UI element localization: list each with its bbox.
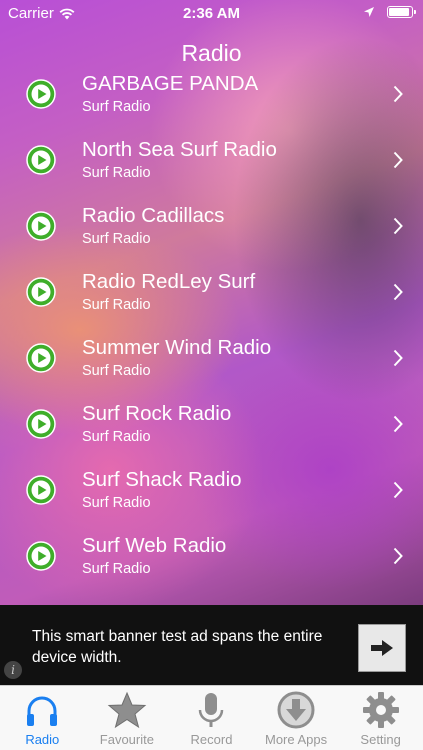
clock: 2:36 AM [183,5,240,22]
station-name: Surf Web Radio [82,534,227,557]
station-name: Radio Cadillacs [82,204,225,227]
station-row[interactable]: Surf Shack Radio Surf Radio [0,462,423,528]
chevron-right-icon [393,481,403,499]
ad-banner[interactable]: This smart banner test ad spans the enti… [0,605,423,685]
station-genre: Surf Radio [82,561,151,577]
battery-icon [387,6,416,18]
station-row[interactable]: Surf Rock Radio Surf Radio [0,396,423,462]
station-row[interactable]: GARBAGE PANDA Surf Radio [0,66,423,132]
arrow-right-icon [371,640,393,656]
tab-label: More Apps [265,732,328,747]
chevron-right-icon [393,547,403,565]
tab-bar: Radio Favourite Record More Apps Setting [0,685,423,750]
station-genre: Surf Radio [82,429,151,445]
chevron-right-icon [393,283,403,301]
tab-label: Radio [25,732,60,747]
station-list: GARBAGE PANDA Surf Radio North Sea Surf Ra… [0,66,423,594]
station-name: GARBAGE PANDA [82,72,259,95]
station-row[interactable]: Summer Wind Radio Surf Radio [0,330,423,396]
tab-label: Record [190,732,233,747]
ad-open-button[interactable] [358,624,406,672]
play-icon[interactable] [26,211,56,241]
tab-label: Favourite [99,732,154,747]
page-title: Radio [181,40,242,66]
station-row[interactable]: Radio RedLey Surf Surf Radio [0,264,423,330]
station-name: Summer Wind Radio [82,336,272,359]
station-row[interactable]: North Sea Surf Radio Surf Radio [0,132,423,198]
station-genre: Surf Radio [82,363,151,379]
star-icon [107,691,147,729]
microphone-icon [199,693,224,727]
ad-info-icon[interactable]: i [4,661,22,679]
station-row[interactable]: Radio Cadillacs Surf Radio [0,198,423,264]
tab-more-apps[interactable]: More Apps [254,686,339,750]
play-icon[interactable] [26,79,56,109]
station-genre: Surf Radio [82,495,151,511]
station-genre: Surf Radio [82,165,151,181]
chevron-right-icon [393,415,403,433]
station-genre: Surf Radio [82,99,151,115]
gear-icon [362,692,399,728]
chevron-right-icon [393,217,403,235]
tab-record[interactable]: Record [169,686,254,750]
download-icon [277,691,315,729]
station-name: Surf Shack Radio [82,468,242,491]
chevron-right-icon [393,85,403,103]
location-arrow-icon [364,7,374,17]
station-name: Radio RedLey Surf [82,270,256,293]
play-icon[interactable] [26,145,56,175]
chevron-right-icon [393,151,403,169]
play-icon[interactable] [26,409,56,439]
play-icon[interactable] [26,277,56,307]
station-genre: Surf Radio [82,231,151,247]
tab-radio[interactable]: Radio [0,686,85,750]
station-name: Surf Rock Radio [82,402,232,425]
tab-label: Setting [360,732,401,747]
station-genre: Surf Radio [82,297,151,313]
station-name: North Sea Surf Radio [82,138,277,161]
play-icon[interactable] [26,343,56,373]
status-bar: Carrier 2:36 AM [0,0,423,28]
ad-banner-text: This smart banner test ad spans the enti… [32,628,323,666]
tab-favourite[interactable]: Favourite [85,686,170,750]
play-icon[interactable] [26,541,56,571]
headphones-icon [27,696,58,726]
tab-setting[interactable]: Setting [338,686,423,750]
play-icon[interactable] [26,475,56,505]
station-row[interactable]: Surf Web Radio Surf Radio [0,528,423,594]
chevron-right-icon [393,349,403,367]
